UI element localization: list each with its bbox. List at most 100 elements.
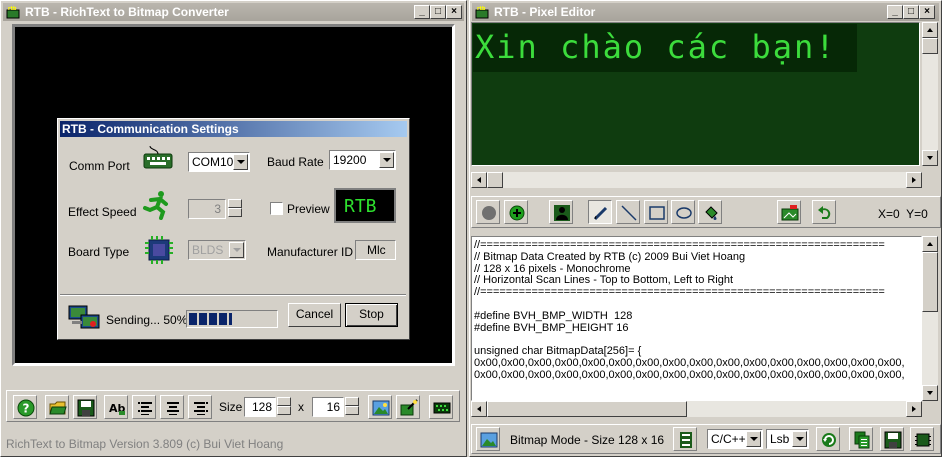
undo-button[interactable]	[812, 200, 836, 224]
size-height-down[interactable]	[345, 406, 359, 415]
language-select[interactable]: C/C++	[707, 429, 763, 449]
code-vscroll-thumb[interactable]	[922, 252, 938, 312]
chip-icon	[915, 433, 931, 447]
code-hscroll-thumb[interactable]	[487, 401, 687, 417]
picture-icon	[372, 400, 390, 416]
arrow-right-icon	[912, 177, 916, 183]
board-type-select[interactable]: BLDS	[188, 240, 246, 260]
pixel-editor-titlebar[interactable]: rtb RTB - Pixel Editor _ □ ×	[472, 3, 939, 21]
align-right-button[interactable]	[188, 395, 212, 419]
preview-checkbox[interactable]	[270, 202, 283, 215]
code-scroll-up[interactable]	[922, 236, 938, 252]
code-scroll-right[interactable]	[906, 401, 922, 417]
editor-close-button[interactable]: ×	[919, 5, 935, 19]
effect-speed-up[interactable]	[228, 199, 242, 208]
editor-maximize-button[interactable]: □	[903, 5, 919, 19]
bit-order-dropdown-arrow[interactable]	[792, 431, 807, 447]
svg-text:rtb: rtb	[8, 6, 17, 12]
send-progress-fill	[189, 313, 232, 325]
size-width-field[interactable]: 128	[244, 397, 276, 417]
ellipse-icon	[676, 207, 692, 219]
pen-off-button[interactable]	[476, 200, 500, 224]
effect-speed-field[interactable]: 3	[188, 199, 226, 219]
converter-titlebar[interactable]: rtb RTB - RichText to Bitmap Converter _…	[3, 3, 464, 21]
image-button[interactable]	[368, 395, 392, 419]
open-file-button[interactable]	[45, 395, 69, 419]
manufacturer-id-field[interactable]: Mlc	[355, 240, 396, 260]
effect-speed-spinner[interactable]	[228, 199, 242, 217]
effects-button[interactable]	[396, 395, 420, 419]
fill-tool-button[interactable]	[698, 200, 722, 224]
font-style-button[interactable]: Ab	[104, 395, 128, 419]
size-height-field[interactable]: 16	[312, 397, 344, 417]
baud-rate-dropdown-arrow[interactable]	[379, 152, 394, 168]
canvas-vscroll-thumb[interactable]	[922, 38, 938, 54]
editor-minimize-button[interactable]: _	[887, 5, 903, 19]
close-button[interactable]: ×	[446, 5, 462, 19]
manufacturer-id-value: Mlc	[367, 243, 386, 257]
size-width-spinner[interactable]	[277, 397, 291, 415]
stop-button[interactable]: Stop	[345, 303, 398, 327]
size-height-up[interactable]	[345, 397, 359, 406]
baud-rate-label: Baud Rate	[267, 155, 324, 169]
canvas-scroll-down[interactable]	[922, 150, 938, 166]
pencil-tool-button[interactable]	[588, 200, 612, 224]
help-button[interactable]: ?	[13, 395, 37, 419]
canvas-vscroll[interactable]	[922, 22, 938, 166]
language-dropdown-arrow[interactable]	[746, 431, 761, 447]
person-icon	[554, 205, 570, 221]
comm-port-label: Comm Port	[69, 159, 130, 173]
bit-order-select[interactable]: Lsb	[766, 429, 809, 449]
help-icon: ?	[17, 399, 35, 417]
refresh-button[interactable]	[816, 427, 840, 451]
dialog-separator	[60, 294, 406, 296]
scan-direction-button[interactable]	[673, 427, 697, 451]
arrow-down-icon	[927, 391, 933, 395]
size-height-spinner[interactable]	[345, 397, 359, 415]
code-hscroll[interactable]	[471, 401, 922, 417]
align-left-button[interactable]	[132, 395, 156, 419]
rectangle-tool-button[interactable]	[644, 200, 668, 224]
ellipse-tool-button[interactable]	[671, 200, 695, 224]
gray-dot-icon	[482, 206, 496, 220]
baud-rate-value: 19200	[333, 153, 367, 167]
save-code-button[interactable]	[880, 427, 904, 451]
comm-port-select[interactable]: COM10	[188, 152, 250, 172]
canvas-hscroll-thumb[interactable]	[487, 172, 503, 188]
pen-on-button[interactable]	[504, 200, 528, 224]
canvas-scroll-up[interactable]	[922, 22, 938, 38]
chip-export-button[interactable]	[910, 427, 934, 451]
canvas-scroll-right[interactable]	[906, 172, 922, 188]
send-to-board-button[interactable]	[429, 395, 453, 419]
align-center-button[interactable]	[160, 395, 184, 419]
baud-rate-select[interactable]: 19200	[329, 150, 396, 170]
canvas-hscroll[interactable]	[471, 172, 922, 188]
code-vscroll[interactable]	[922, 236, 938, 401]
comm-port-dropdown-arrow[interactable]	[233, 154, 248, 170]
arrow-up-icon	[927, 242, 933, 246]
code-scroll-left[interactable]	[471, 401, 487, 417]
size-width-down[interactable]	[277, 406, 291, 415]
open-folder-icon	[49, 401, 67, 415]
effect-speed-down[interactable]	[228, 208, 242, 217]
code-scroll-down[interactable]	[922, 385, 938, 401]
bitmap-mode-button[interactable]	[476, 427, 500, 451]
code-line: #define BVH_BMP_HEIGHT 16	[474, 321, 629, 334]
dialog-title: RTB - Communication Settings	[62, 122, 239, 136]
line-tool-button[interactable]	[616, 200, 640, 224]
canvas-scroll-left[interactable]	[471, 172, 487, 188]
led-canvas-area[interactable]: Xin chào các bạn!	[471, 22, 920, 166]
size-x-label: x	[298, 400, 304, 414]
dialog-titlebar[interactable]: RTB - Communication Settings	[60, 121, 407, 137]
save-file-button[interactable]	[73, 395, 97, 419]
import-image-button[interactable]	[777, 200, 801, 224]
minimize-button[interactable]: _	[414, 5, 430, 19]
cancel-button[interactable]: Cancel	[288, 303, 341, 327]
size-width-up[interactable]	[277, 397, 291, 406]
code-line: //======================================…	[474, 286, 885, 299]
board-type-dropdown-arrow[interactable]	[229, 242, 244, 258]
select-button[interactable]	[549, 200, 573, 224]
maximize-button[interactable]: □	[430, 5, 446, 19]
copy-code-button[interactable]	[849, 427, 873, 451]
board-type-value: BLDS	[192, 243, 224, 257]
